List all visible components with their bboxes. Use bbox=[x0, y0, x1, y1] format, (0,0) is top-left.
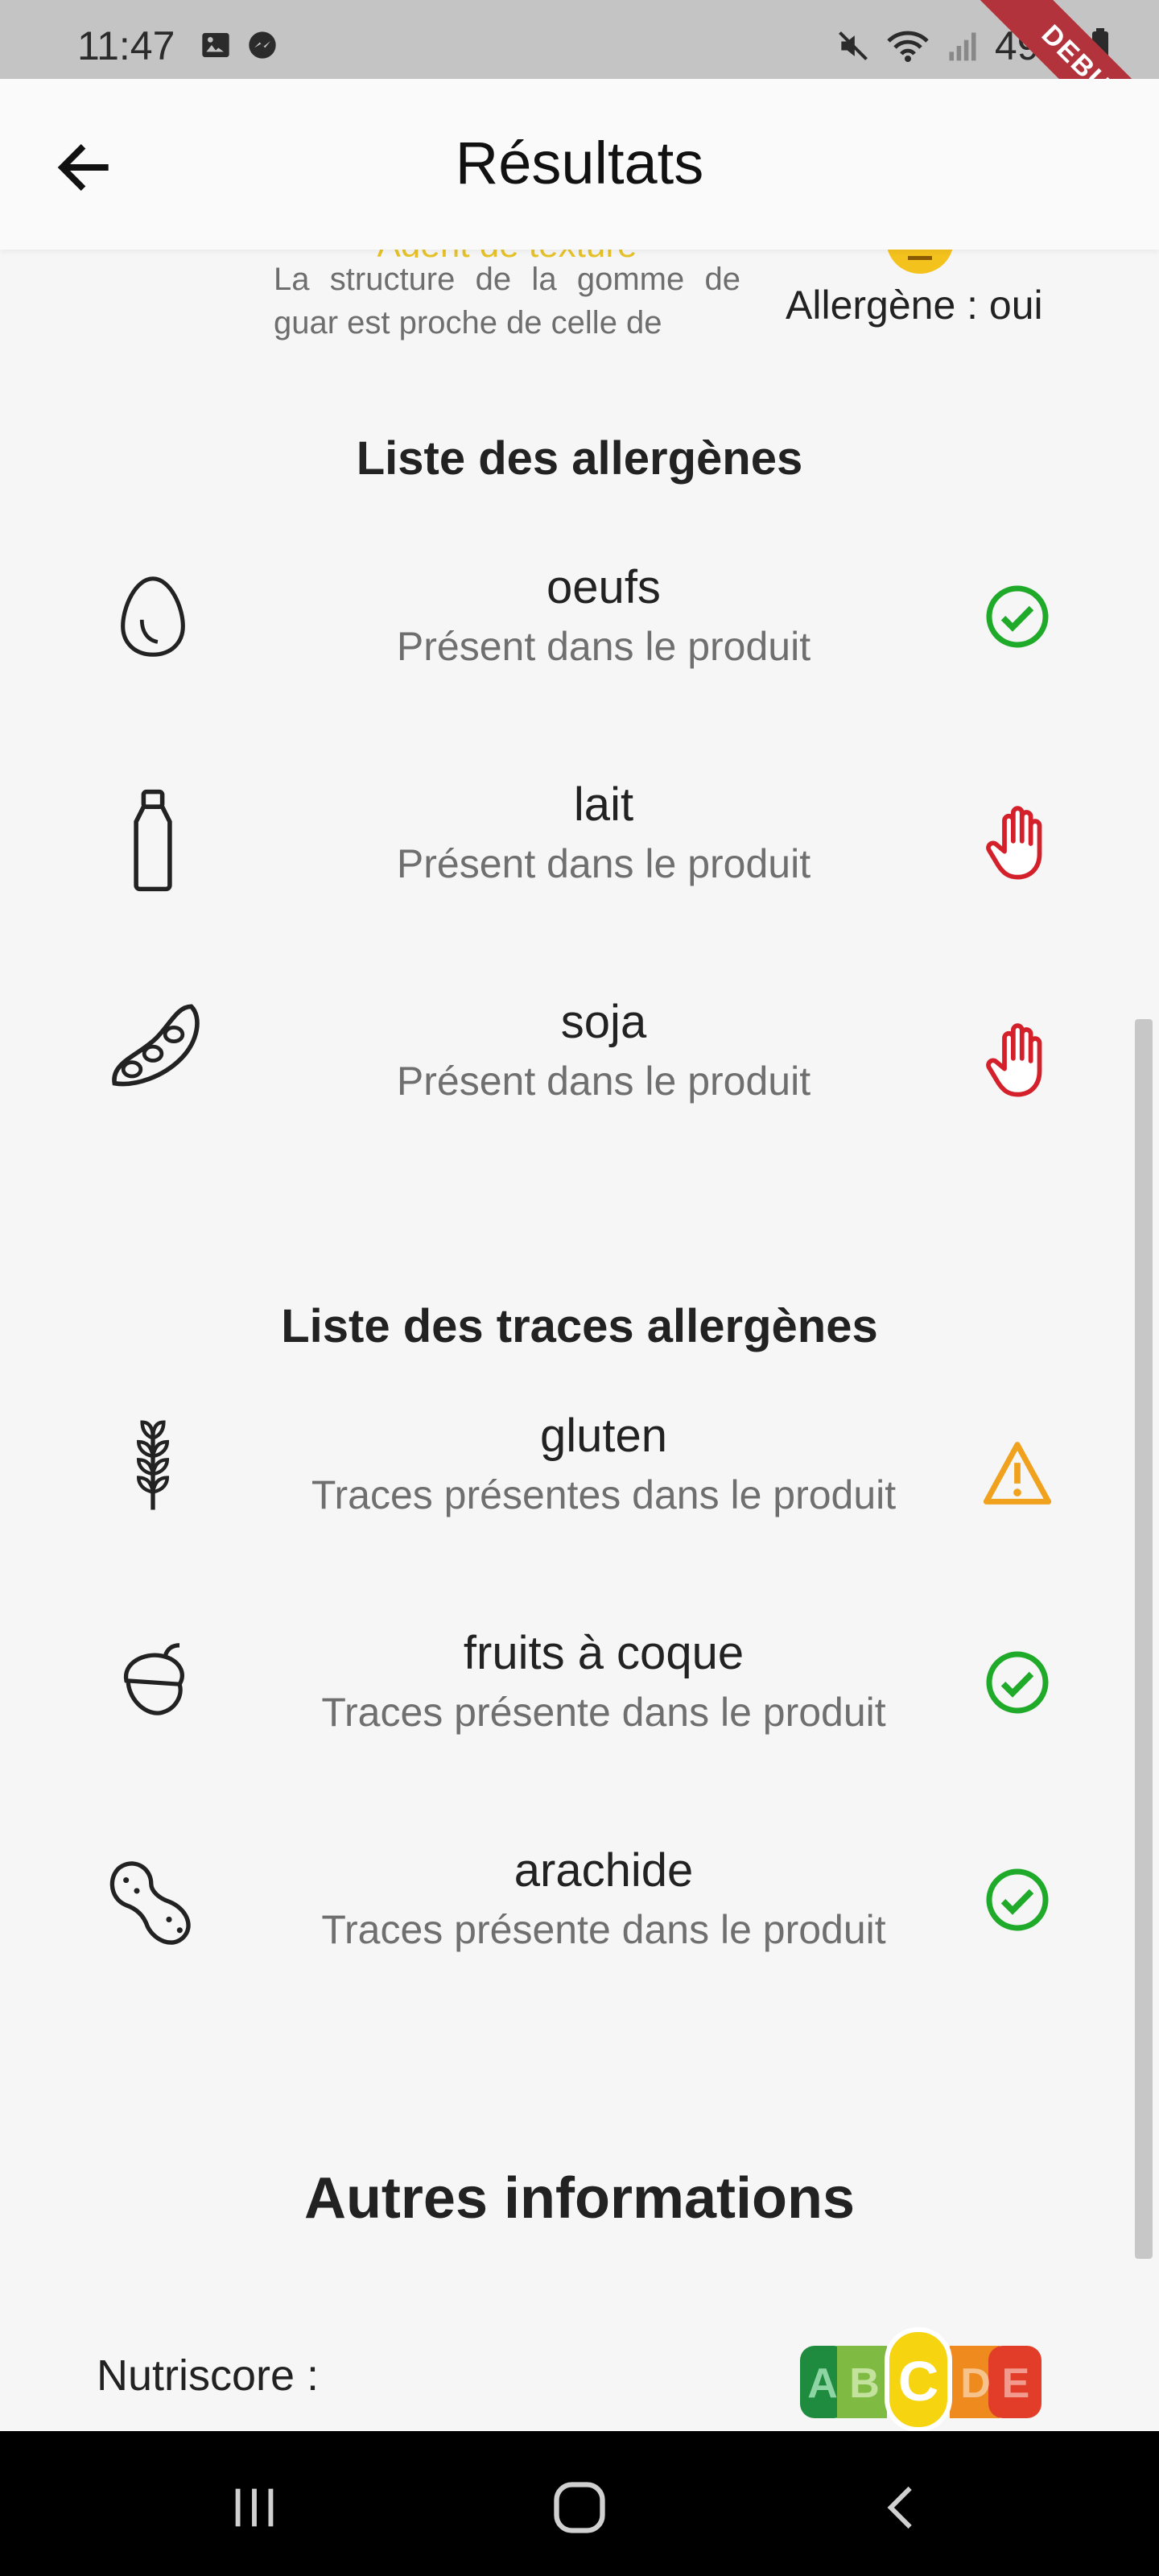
warning-icon bbox=[969, 1425, 1066, 1521]
egg-icon bbox=[97, 560, 209, 673]
mute-icon bbox=[838, 31, 868, 60]
neutral-face-icon bbox=[884, 250, 956, 280]
previous-ingredient: Agent de texture La structure de la gomm… bbox=[274, 250, 740, 345]
allergen-subtitle: Présent dans le produit bbox=[396, 841, 811, 886]
nutriscore-grade: C bbox=[898, 2350, 939, 2413]
home-button[interactable] bbox=[531, 2471, 628, 2544]
ingredient-description: La structure de la gomme de guar est pro… bbox=[274, 262, 740, 341]
list-item: arachide Traces présente dans le produit bbox=[0, 1843, 1159, 2004]
status-bar: 11:47 49% bbox=[0, 0, 1159, 79]
trace-subtitle: Traces présente dans le produit bbox=[321, 1907, 886, 1952]
nutriscore-label: Nutriscore : bbox=[97, 2351, 320, 2400]
nutriscore-badge: A B C D E bbox=[797, 2326, 1046, 2431]
home-icon bbox=[554, 2482, 605, 2533]
allergen-name: oeufs bbox=[547, 561, 661, 613]
soy-pod-icon bbox=[97, 989, 209, 1101]
list-item: lait Présent dans le produit bbox=[0, 778, 1159, 939]
allergen-subtitle: Présent dans le produit bbox=[396, 1059, 811, 1104]
trace-name: gluten bbox=[539, 1410, 668, 1462]
nutriscore-letter-e: E bbox=[1002, 2360, 1030, 2407]
status-time: 11:47 bbox=[77, 23, 175, 68]
app-bar: Résultats bbox=[0, 79, 1159, 250]
results-content[interactable]: Agent de texture La structure de la gomm… bbox=[0, 250, 1159, 2431]
status-left-icons bbox=[200, 29, 278, 61]
recents-button[interactable] bbox=[206, 2471, 303, 2544]
signal-icon bbox=[949, 32, 976, 61]
trace-subtitle: Traces présente dans le produit bbox=[321, 1690, 886, 1735]
check-circle-icon bbox=[969, 1852, 1066, 1948]
messenger-icon bbox=[249, 31, 276, 59]
allergens-title: Liste des allergènes bbox=[356, 432, 803, 485]
acorn-icon bbox=[97, 1626, 209, 1739]
gallery-icon bbox=[202, 33, 229, 57]
other-info-title: Autres informations bbox=[303, 2166, 856, 2231]
stop-hand-icon bbox=[969, 795, 1066, 892]
trace-name: arachide bbox=[514, 1844, 694, 1897]
recents-icon bbox=[235, 2488, 274, 2527]
list-item: oeufs Présent dans le produit bbox=[0, 560, 1159, 721]
allergen-name: soja bbox=[560, 996, 647, 1048]
system-back-button[interactable] bbox=[853, 2471, 950, 2544]
milk-bottle-icon bbox=[97, 784, 209, 897]
wheat-icon bbox=[97, 1409, 209, 1521]
peanut-icon bbox=[97, 1843, 209, 1956]
navigation-bar bbox=[0, 2431, 1159, 2576]
back-icon bbox=[887, 2486, 912, 2529]
page-title: Résultats bbox=[455, 130, 704, 196]
allergen-name: lait bbox=[573, 778, 634, 831]
trace-name: fruits à coque bbox=[463, 1627, 744, 1679]
nutriscore-letter-a: A bbox=[807, 2360, 838, 2407]
ingredient-name: Agent de texture bbox=[274, 250, 740, 258]
scrollbar[interactable] bbox=[1135, 1019, 1153, 2259]
list-item: gluten Traces présentes dans le produit bbox=[0, 1409, 1159, 1570]
traces-title: Liste des traces allergènes bbox=[281, 1300, 878, 1352]
list-item: fruits à coque Traces présente dans le p… bbox=[0, 1626, 1159, 1787]
nutriscore-letter-b: B bbox=[849, 2360, 880, 2407]
allergen-subtitle: Présent dans le produit bbox=[396, 624, 811, 669]
trace-subtitle: Traces présentes dans le produit bbox=[311, 1472, 897, 1517]
stop-hand-icon bbox=[969, 1013, 1066, 1109]
wifi-icon bbox=[887, 31, 929, 62]
list-item: soja Présent dans le produit bbox=[0, 995, 1159, 1156]
nutriscore-letter-d: D bbox=[960, 2360, 991, 2407]
check-circle-icon bbox=[969, 568, 1066, 665]
check-circle-icon bbox=[969, 1634, 1066, 1731]
ingredient-allergen: Allergène : oui bbox=[786, 283, 1043, 328]
